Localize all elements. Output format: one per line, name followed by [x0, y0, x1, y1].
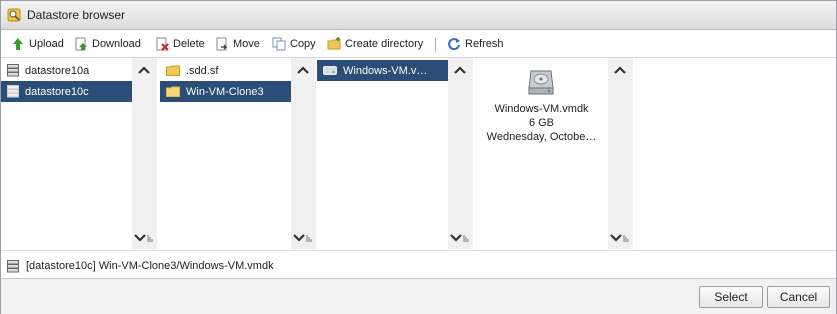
folder-item-selected[interactable]: Win-VM-Clone3 [160, 81, 291, 102]
move-icon [216, 37, 228, 51]
folder-label: Win-VM-Clone3 [186, 85, 264, 98]
file-list: Windows-VM.v… [317, 58, 448, 249]
file-item-selected[interactable]: Windows-VM.v… [317, 60, 448, 81]
datastore-icon [7, 260, 19, 273]
detail-file-name: Windows-VM.vmdk [494, 103, 589, 115]
move-button[interactable]: Move [215, 36, 260, 52]
new-folder-icon [327, 37, 341, 50]
scroll-down-icon[interactable] [293, 233, 313, 243]
scroll-up-icon[interactable] [454, 66, 466, 74]
scroll-up-icon[interactable] [297, 66, 309, 74]
folder-label: .sdd.sf [186, 64, 219, 77]
upload-button[interactable]: Upload [11, 36, 64, 52]
create-directory-label: Create directory [345, 38, 424, 50]
delete-button[interactable]: Delete [155, 36, 205, 52]
refresh-icon [448, 38, 460, 51]
folder-icon [166, 65, 180, 76]
delete-label: Delete [173, 38, 205, 50]
datastore-browser-window: Datastore browser Upload Download Delete… [0, 0, 837, 314]
window-title: Datastore browser [27, 8, 126, 22]
title-bar: Datastore browser [1, 1, 836, 30]
toolbar: Upload Download Delete Move Copy Create … [1, 30, 836, 58]
hard-disk-icon [528, 70, 554, 95]
detail-file-size: 6 GB [528, 117, 555, 129]
datastore-item[interactable]: datastore10a [1, 60, 132, 81]
datastore-list-scrollbar[interactable] [132, 58, 157, 249]
datastore-item-selected[interactable]: datastore10c [1, 81, 132, 102]
delete-icon [156, 37, 169, 51]
datastore-browser-icon [7, 8, 21, 22]
cancel-button[interactable]: Cancel [767, 286, 830, 308]
datastore-label: datastore10a [25, 64, 90, 77]
datastore-label: datastore10c [25, 85, 89, 98]
folder-item[interactable]: .sdd.sf [160, 60, 291, 81]
create-directory-button[interactable]: Create directory [327, 36, 423, 52]
copy-label: Copy [290, 38, 316, 50]
scroll-down-icon[interactable] [610, 233, 630, 243]
details-scrollbar[interactable] [608, 58, 633, 249]
path-status-bar: [datastore10c] Win-VM-Clone3/Windows-VM.… [1, 250, 836, 279]
move-label: Move [233, 38, 260, 50]
select-button[interactable]: Select [699, 286, 763, 308]
datastore-icon [7, 64, 19, 77]
selected-path: [datastore10c] Win-VM-Clone3/Windows-VM.… [26, 260, 274, 272]
folder-open-icon [166, 86, 180, 97]
toolbar-separator [435, 38, 436, 52]
virtual-disk-icon [323, 66, 337, 75]
scroll-up-icon[interactable] [138, 66, 150, 74]
upload-label: Upload [29, 38, 64, 50]
scroll-down-icon[interactable] [134, 233, 154, 243]
copy-icon [272, 37, 286, 51]
download-icon [75, 37, 87, 51]
datastore-list: datastore10a datastore10c [1, 58, 132, 249]
refresh-label: Refresh [465, 38, 504, 50]
download-button[interactable]: Download [74, 36, 141, 52]
scroll-down-icon[interactable] [450, 233, 470, 243]
file-list-scrollbar[interactable] [448, 58, 473, 249]
folder-list-scrollbar[interactable] [291, 58, 316, 249]
scroll-up-icon[interactable] [614, 66, 626, 74]
file-details-panel: Windows-VM.vmdk 6 GB Wednesday, Octobe… [475, 58, 608, 249]
download-label: Download [92, 38, 141, 50]
upload-icon [13, 38, 23, 50]
refresh-button[interactable]: Refresh [447, 36, 504, 52]
folder-list: .sdd.sf Win-VM-Clone3 [160, 58, 291, 249]
dialog-footer: Select Cancel [1, 278, 836, 314]
file-label: Windows-VM.v… [343, 64, 428, 77]
datastore-icon [7, 85, 19, 98]
detail-modified-date: Wednesday, Octobe… [486, 131, 597, 143]
copy-button[interactable]: Copy [272, 36, 316, 52]
